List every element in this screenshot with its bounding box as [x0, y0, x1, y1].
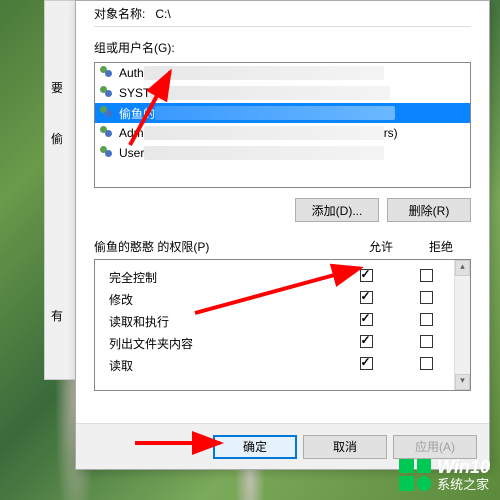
permission-name: 修改	[109, 291, 336, 308]
user-name-suffix: rs)	[384, 126, 398, 140]
remove-button[interactable]: 删除(R)	[387, 198, 471, 222]
allow-column-header: 允许	[351, 238, 411, 255]
user-list-item[interactable]: SYST	[95, 83, 470, 103]
cancel-button[interactable]: 取消	[303, 435, 387, 459]
redacted-text	[144, 126, 384, 140]
deny-checkbox[interactable]	[420, 357, 433, 370]
permissions-list: ▴ ▾ 完全控制修改读取和执行列出文件夹内容读取	[94, 259, 471, 391]
allow-cell	[336, 269, 396, 285]
redacted-text	[144, 146, 384, 160]
scroll-up-icon[interactable]: ▴	[455, 260, 470, 276]
user-name-prefix: SYST	[119, 86, 150, 100]
user-list-item[interactable]: Adm rs)	[95, 123, 470, 143]
object-name-label: 对象名称:	[94, 5, 145, 22]
user-list-item[interactable]: 偷鱼的	[95, 103, 470, 123]
deny-cell	[396, 335, 456, 351]
allow-cell	[336, 335, 396, 351]
permission-row: 完全控制	[109, 266, 456, 288]
watermark-logo-icon	[399, 459, 431, 491]
permissions-label: 偷鱼的憨憨 的权限(P)	[94, 238, 351, 255]
apply-button[interactable]: 应用(A)	[393, 435, 477, 459]
permission-row: 列出文件夹内容	[109, 332, 456, 354]
permission-name: 完全控制	[109, 269, 336, 286]
allow-cell	[336, 357, 396, 373]
deny-cell	[396, 313, 456, 329]
user-list-item[interactable]: User	[95, 143, 470, 163]
deny-checkbox[interactable]	[420, 291, 433, 304]
user-name-prefix: User	[119, 146, 144, 160]
allow-checkbox[interactable]	[360, 335, 373, 348]
watermark: Win10 系统之家	[399, 458, 490, 492]
deny-checkbox[interactable]	[420, 335, 433, 348]
allow-checkbox[interactable]	[360, 269, 373, 282]
allow-checkbox[interactable]	[360, 357, 373, 370]
permission-name: 读取和执行	[109, 313, 336, 330]
redacted-text	[150, 86, 390, 100]
allow-checkbox[interactable]	[360, 291, 373, 304]
users-group-icon	[99, 105, 115, 121]
deny-checkbox[interactable]	[420, 313, 433, 326]
permission-name: 读取	[109, 357, 336, 374]
permission-row: 修改	[109, 288, 456, 310]
object-name-value: C:\	[155, 7, 170, 21]
allow-cell	[336, 291, 396, 307]
user-name-prefix: 偷鱼的	[119, 105, 155, 122]
deny-checkbox[interactable]	[420, 269, 433, 282]
deny-column-header: 拒绝	[411, 238, 471, 255]
user-list[interactable]: Auth SYST 偷鱼的 Adm rs) User	[94, 62, 471, 188]
allow-cell	[336, 313, 396, 329]
redacted-text	[155, 106, 395, 120]
groups-users-label: 组或用户名(G):	[94, 39, 471, 56]
users-group-icon	[99, 145, 115, 161]
users-group-icon	[99, 85, 115, 101]
object-name-row: 对象名称: C:\	[94, 5, 471, 27]
security-permissions-dialog: 对象名称: C:\ 组或用户名(G): Auth SYST 偷鱼的 Adm rs) Use…	[75, 0, 490, 470]
users-group-icon	[99, 65, 115, 81]
permissions-header: 偷鱼的憨憨 的权限(P) 允许 拒绝	[94, 238, 471, 255]
scrollbar[interactable]: ▴ ▾	[454, 260, 470, 390]
users-group-icon	[99, 125, 115, 141]
redacted-text	[144, 66, 384, 80]
ok-button[interactable]: 确定	[213, 435, 297, 459]
user-list-item[interactable]: Auth	[95, 63, 470, 83]
user-name-prefix: Auth	[119, 66, 144, 80]
deny-cell	[396, 357, 456, 373]
permission-row: 读取	[109, 354, 456, 376]
allow-checkbox[interactable]	[360, 313, 373, 326]
watermark-line2: 系统之家	[437, 478, 490, 492]
watermark-line1: Win10	[437, 458, 490, 478]
permission-name: 列出文件夹内容	[109, 335, 336, 352]
add-button[interactable]: 添加(D)...	[295, 198, 379, 222]
permission-row: 读取和执行	[109, 310, 456, 332]
scroll-down-icon[interactable]: ▾	[455, 374, 470, 390]
deny-cell	[396, 269, 456, 285]
deny-cell	[396, 291, 456, 307]
user-name-prefix: Adm	[119, 126, 144, 140]
